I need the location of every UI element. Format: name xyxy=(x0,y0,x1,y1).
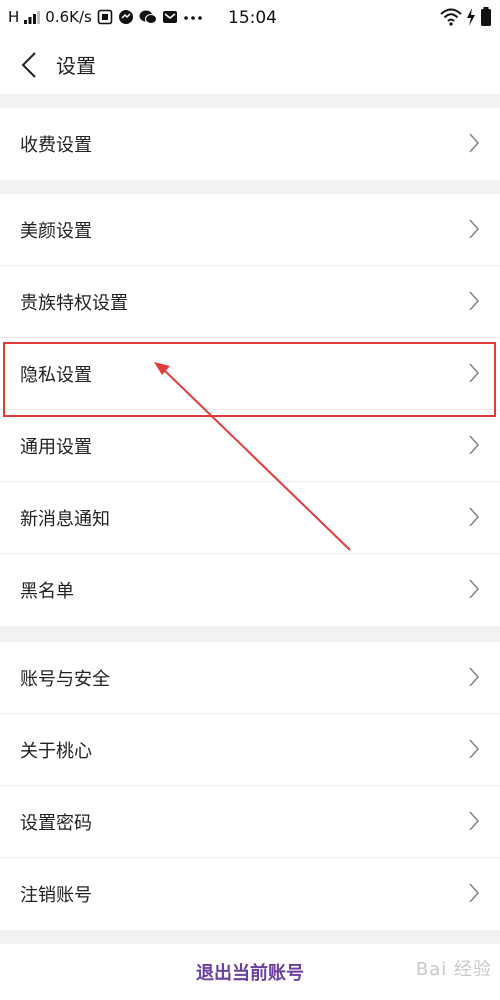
wifi-icon xyxy=(440,8,462,26)
settings-item-charging[interactable]: 收费设置 xyxy=(0,108,500,180)
chevron-right-icon xyxy=(469,883,480,903)
chevron-right-icon xyxy=(469,435,480,455)
chevron-right-icon xyxy=(469,579,480,599)
settings-item-label: 关于桃心 xyxy=(20,740,92,762)
messenger-icon xyxy=(118,10,133,24)
network-speed: 0.6K/s xyxy=(45,8,92,26)
chevron-right-icon xyxy=(469,363,480,383)
settings-item-blacklist[interactable]: 黑名单 xyxy=(0,554,500,626)
nav-bar: 设置 xyxy=(0,36,500,94)
back-button[interactable] xyxy=(12,48,46,82)
logout-label: 退出当前账号 xyxy=(196,963,304,984)
settings-item-beauty[interactable]: 美颜设置 xyxy=(0,194,500,266)
settings-item-label: 美颜设置 xyxy=(20,220,92,242)
settings-item-account-security[interactable]: 账号与安全 xyxy=(0,642,500,714)
signal-bars-icon xyxy=(24,11,41,24)
network-type: H xyxy=(8,8,20,26)
page-title: 设置 xyxy=(56,54,96,78)
chevron-right-icon xyxy=(469,507,480,527)
settings-item-privacy[interactable]: 隐私设置 xyxy=(0,338,500,410)
settings-item-general[interactable]: 通用设置 xyxy=(0,410,500,482)
settings-item-noble[interactable]: 贵族特权设置 xyxy=(0,266,500,338)
settings-item-label: 隐私设置 xyxy=(20,364,92,386)
status-time: 15:04 xyxy=(228,8,277,28)
settings-group-2: 美颜设置 贵族特权设置 隐私设置 通用设置 新消息通知 黑名单 xyxy=(0,194,500,626)
chevron-right-icon xyxy=(469,219,480,239)
settings-item-label: 账号与安全 xyxy=(20,668,110,690)
settings-item-delete-account[interactable]: 注销账号 xyxy=(0,858,500,930)
notification-icon xyxy=(97,9,113,25)
settings-item-label: 注销账号 xyxy=(20,885,92,906)
settings-item-label: 黑名单 xyxy=(20,581,74,602)
watermark: Bai 经验 xyxy=(415,959,492,980)
battery-icon xyxy=(481,7,491,26)
status-bar: H 0.6K/s 15:04 xyxy=(0,0,500,36)
chevron-right-icon xyxy=(469,667,480,687)
status-right xyxy=(440,7,492,27)
chevron-left-icon xyxy=(21,52,36,78)
settings-item-label: 通用设置 xyxy=(20,436,92,458)
settings-item-label: 设置密码 xyxy=(20,812,92,834)
wechat-icon xyxy=(139,10,157,24)
more-icon xyxy=(184,16,202,20)
settings-group-3: 账号与安全 关于桃心 设置密码 注销账号 xyxy=(0,642,500,930)
settings-item-password[interactable]: 设置密码 xyxy=(0,786,500,858)
settings-item-label: 新消息通知 xyxy=(20,508,110,530)
settings-item-label: 收费设置 xyxy=(20,135,92,156)
chevron-right-icon xyxy=(469,291,480,311)
settings-group-1: 收费设置 xyxy=(0,108,500,180)
settings-item-about[interactable]: 关于桃心 xyxy=(0,714,500,786)
chevron-right-icon xyxy=(469,133,480,153)
charging-icon xyxy=(467,8,475,26)
chevron-right-icon xyxy=(469,811,480,831)
chevron-right-icon xyxy=(469,739,480,759)
status-left: H 0.6K/s xyxy=(8,8,203,26)
settings-item-notifications[interactable]: 新消息通知 xyxy=(0,482,500,554)
mail-icon xyxy=(162,11,177,23)
settings-item-label: 贵族特权设置 xyxy=(20,292,128,314)
